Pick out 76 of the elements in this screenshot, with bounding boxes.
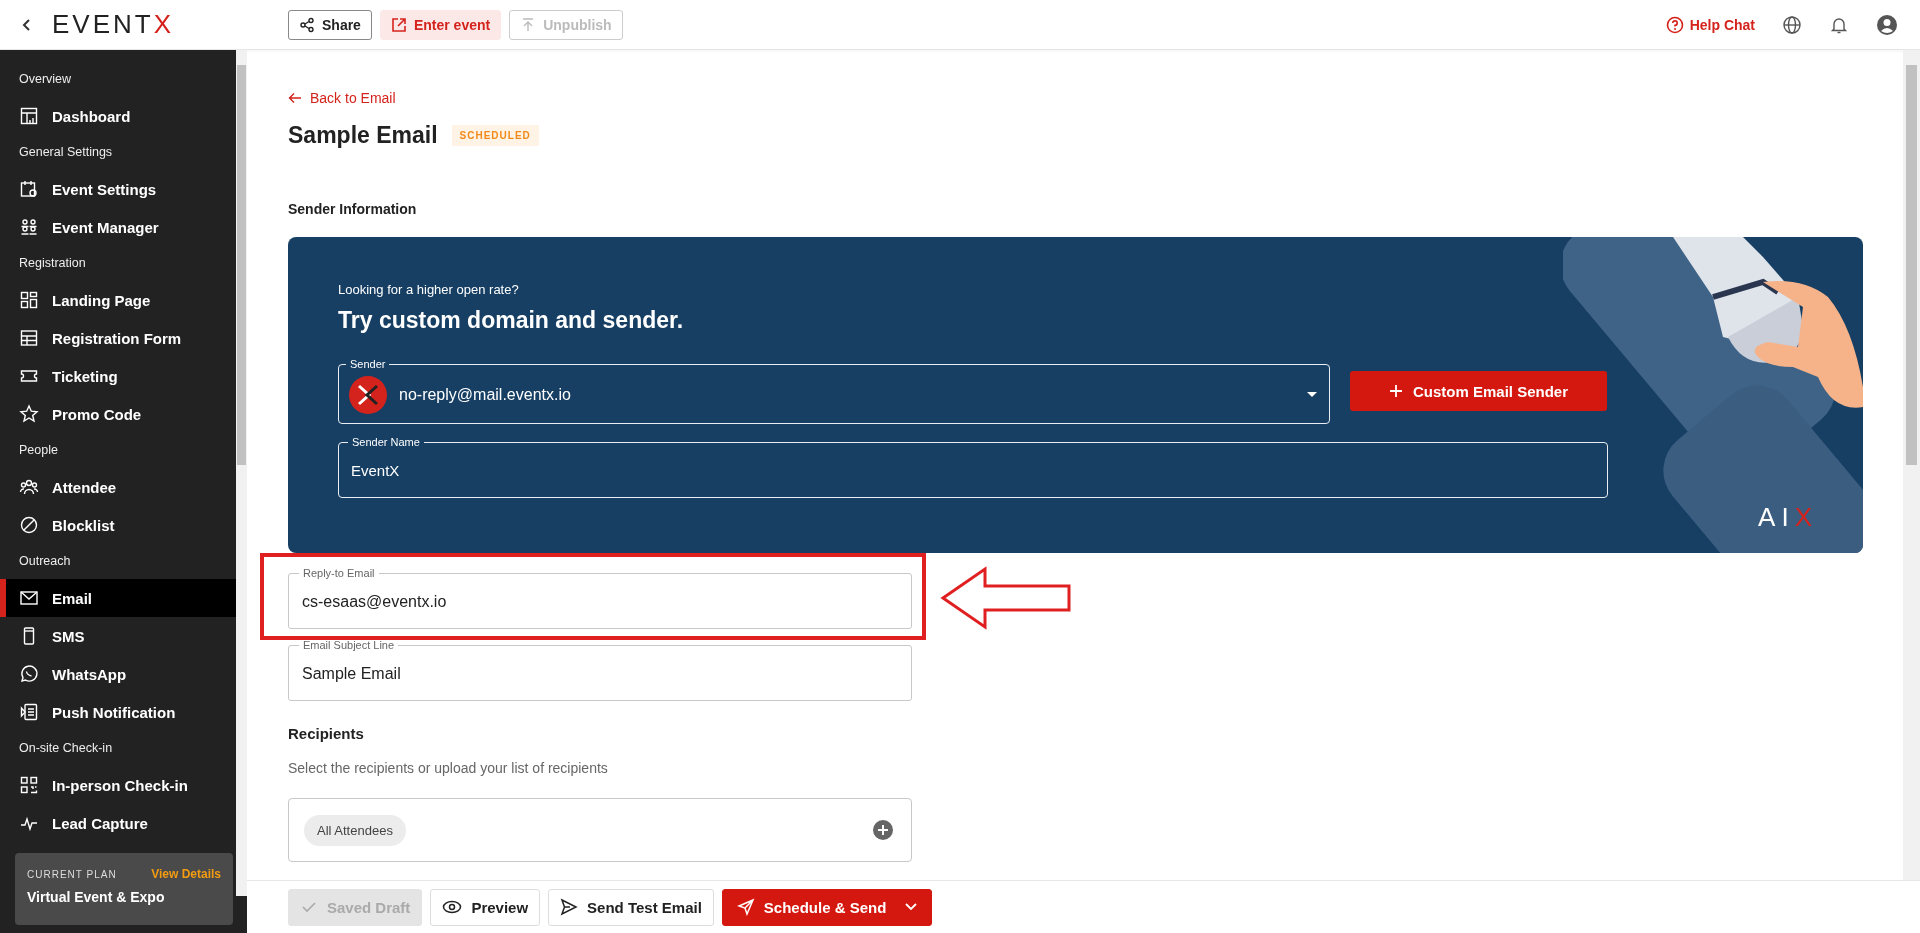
add-icon[interactable] [873,820,893,840]
recipients-heading: Recipients [288,725,365,742]
back-chevron-icon[interactable] [22,17,32,32]
eye-icon [442,898,463,916]
send-test-email-button[interactable]: Send Test Email [548,888,714,926]
sidebar-item[interactable]: Email [0,579,236,617]
table-icon [19,328,39,348]
dropdown-caret-icon [1307,391,1317,398]
people-grid-icon [19,217,39,237]
sidebar-section-title: Overview [18,71,73,88]
chevron-down-icon [905,903,918,911]
send-icon [560,898,579,916]
help-chat-link[interactable]: Help Chat [1665,15,1755,34]
recipient-chip[interactable]: All Attendees [304,814,406,846]
aix-logo: AI X [1758,502,1818,533]
question-circle-icon [1665,15,1684,34]
sidebar-item[interactable]: Blocklist [0,506,236,544]
sidebar-item[interactable]: Event Settings [0,170,236,208]
sidebar-item[interactable]: Event Manager [0,208,236,246]
schedule-send-button[interactable]: Schedule & Send [721,888,933,926]
plan-caption: CURRENT PLAN [27,868,117,880]
sidebar-item[interactable]: Lead Capture [0,804,236,842]
calendar-gear-icon [19,179,39,199]
chart-grid-icon [19,106,39,126]
share-icon [299,16,315,33]
enter-button[interactable]: Enter event [379,9,502,40]
sidebar-item[interactable]: Push Notification [0,693,236,731]
text-field[interactable]: Email Subject Line Sample Email [288,639,912,701]
layout-icon [19,290,39,310]
envelope-icon [19,588,39,608]
star-icon [19,404,39,424]
sidebar-item[interactable]: SMS [0,617,236,655]
recipients-field[interactable]: All Attendees [288,798,912,862]
share-button[interactable]: Share [288,9,372,40]
sidebar-item[interactable]: Dashboard [0,97,236,135]
people-icon [19,477,39,497]
external-link-icon [390,16,407,33]
sidebar-section-title: On-site Check-in [18,740,114,757]
sidebar-item[interactable]: Landing Page [0,281,236,319]
arrow-left-icon [288,92,302,104]
promo-kicker: Looking for a higher open rate? [338,282,520,297]
scrollbar[interactable] [1903,50,1920,880]
back-to-email-link[interactable]: Back to Email [288,90,396,106]
sender-select[interactable]: Sender no-reply@mail.eventx.io [338,358,1330,424]
view-details-link[interactable]: View Details [151,867,221,881]
chat-bubble-icon [19,664,39,684]
sidebar-section-title: General Settings [18,144,114,161]
promo-headline: Try custom domain and sender. [338,307,685,334]
prohibited-icon [19,515,39,535]
sidebar-item[interactable]: Attendee [0,468,236,506]
preview-button[interactable]: Preview [430,888,541,926]
sidebar-item[interactable]: WhatsApp [0,655,236,693]
section-heading: Sender Information [288,201,418,217]
sidebar-section-title: People [18,442,59,459]
plus-icon [1388,384,1403,398]
scrollbar[interactable] [236,50,247,896]
sender-avatar-icon [349,375,387,414]
sidebar-item[interactable]: Registration Form [0,319,236,357]
message-list-icon [19,702,39,722]
sidebar-item[interactable]: Ticketing [0,357,236,395]
custom-email-sender-button[interactable]: Custom Email Sender [1350,371,1607,411]
user-avatar-icon[interactable] [1876,13,1898,36]
qr-code-icon [19,775,39,795]
sender-name-field[interactable]: Sender Name EventX [338,436,1608,498]
sidebar-section-title: Registration [18,255,87,272]
recipients-hint: Select the recipients or upload your list of recipients [288,760,609,776]
status-badge: SCHEDULED [451,125,539,146]
sidebar-item[interactable]: Promo Code [0,395,236,433]
plan-name: Virtual Event & Expo [27,889,166,905]
text-field[interactable]: Reply-to Email cs-esaas@eventx.io [288,567,912,629]
page-title: Sample Email [288,122,438,149]
sidebar-section-title: Outreach [18,553,72,570]
paper-plane-icon [736,898,755,916]
sidebar-item[interactable]: In-person Check-in [0,766,236,804]
globe-icon[interactable] [1782,14,1802,35]
eventx-logo: EVENTX [52,9,175,40]
